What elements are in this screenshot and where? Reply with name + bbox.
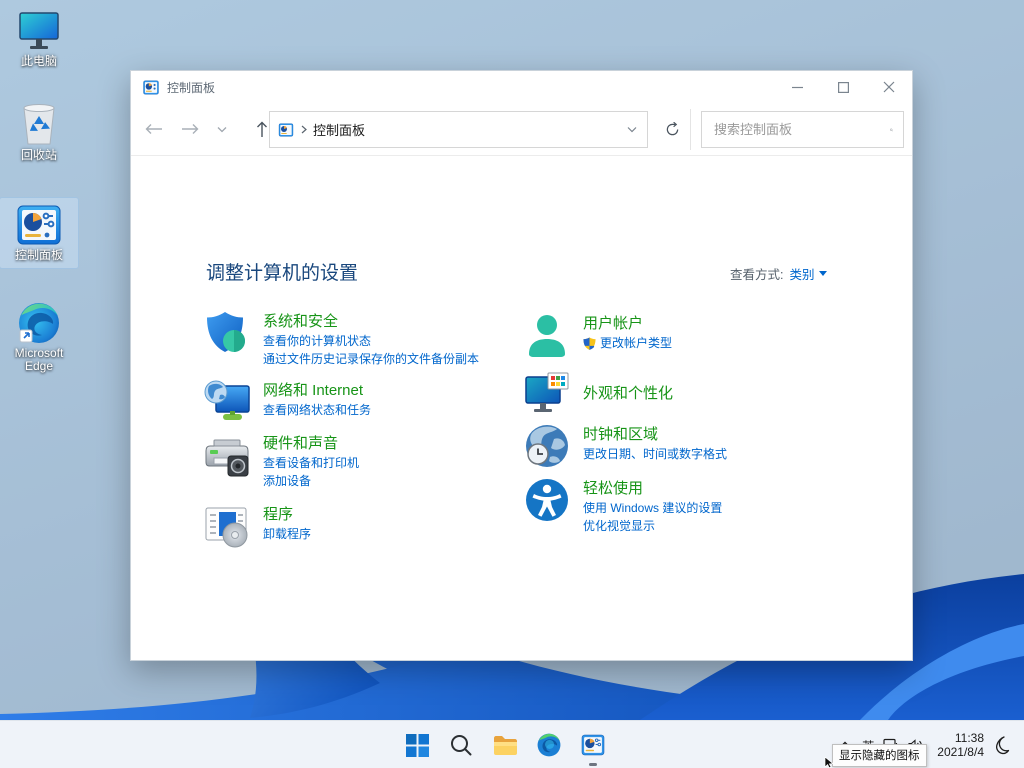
desktop-icon-label: 控制面板 [14, 248, 63, 262]
address-control-panel-icon [278, 123, 294, 136]
tooltip-show-hidden-icons: 显示隐藏的图标 [832, 744, 927, 767]
category-title[interactable]: 轻松使用 [583, 479, 722, 499]
desktop-icon-label: Microsoft Edge [14, 346, 64, 373]
navigation-bar: 控制面板 [131, 103, 912, 156]
back-button[interactable] [139, 123, 169, 135]
navbar-divider [690, 109, 691, 150]
edge-logo-icon [0, 300, 78, 344]
address-dropdown-chevron-icon[interactable] [627, 126, 637, 133]
window-control-panel-icon [143, 80, 159, 94]
ease-of-access-icon [526, 479, 568, 521]
taskbar-search-button[interactable] [448, 732, 474, 758]
page-title: 调整计算机的设置 [206, 263, 359, 284]
taskbar-file-explorer-button[interactable] [492, 732, 518, 758]
uac-shield-icon [583, 337, 596, 350]
control-panel-content: 调整计算机的设置 查看方式: 类别 系统和安全 查看你的计算机状态 通过文件历史… [131, 156, 912, 661]
address-bar[interactable]: 控制面板 [269, 111, 648, 148]
category-link[interactable]: 卸载程序 [263, 526, 311, 543]
category-title[interactable]: 系统和安全 [263, 312, 479, 332]
focus-assist-moon-icon[interactable] [994, 735, 1012, 755]
close-button[interactable] [866, 71, 912, 103]
maximize-button[interactable] [820, 71, 866, 103]
breadcrumb-chevron-icon [301, 125, 307, 134]
desktop-icon-this-pc[interactable]: 此电脑 [0, 8, 78, 68]
taskbar-edge-button[interactable] [536, 732, 562, 758]
taskbar-control-panel-button[interactable] [580, 732, 606, 766]
desktop-icon-label: 此电脑 [20, 54, 57, 68]
category-user-accounts: 用户帐户 更改帐户类型 [524, 312, 834, 358]
category-appearance-personalization: 外观和个性化 [524, 371, 834, 417]
network-globe-monitor-icon [204, 380, 250, 420]
mouse-cursor [824, 757, 834, 768]
category-link[interactable]: 使用 Windows 建议的设置 [583, 500, 722, 517]
category-ease-of-access: 轻松使用 使用 Windows 建议的设置 优化视觉显示 [524, 477, 834, 535]
category-programs: 程序 卸载程序 [204, 503, 514, 549]
clock-region-globe-icon [526, 425, 568, 467]
view-by-caret-icon [818, 271, 827, 276]
start-button[interactable] [404, 732, 430, 758]
desktop-icon-label: 回收站 [20, 148, 57, 162]
category-title[interactable]: 外观和个性化 [583, 384, 673, 404]
this-pc-monitor-icon [0, 8, 78, 52]
category-clock-region: 时钟和区域 更改日期、时间或数字格式 [524, 423, 834, 469]
category-network-internet: 网络和 Internet 查看网络状态和任务 [204, 379, 514, 425]
category-title[interactable]: 时钟和区域 [583, 425, 727, 445]
view-by-control: 查看方式: 类别 [730, 264, 827, 283]
user-account-icon [529, 315, 565, 357]
forward-button[interactable] [175, 123, 205, 135]
category-link[interactable]: 查看设备和打印机 [263, 455, 359, 472]
desktop-icon-recycle-bin[interactable]: 回收站 [0, 102, 78, 162]
category-title[interactable]: 用户帐户 [583, 314, 672, 334]
desktop-icon-edge[interactable]: Microsoft Edge [0, 300, 78, 373]
category-link[interactable]: 优化视觉显示 [583, 518, 722, 535]
window-title: 控制面板 [167, 80, 216, 95]
category-title[interactable]: 网络和 Internet [263, 381, 371, 401]
security-shield-icon [207, 312, 245, 352]
category-link[interactable]: 更改日期、时间或数字格式 [583, 446, 727, 463]
minimize-button[interactable] [774, 71, 820, 103]
recent-pages-chevron-icon[interactable] [207, 126, 237, 133]
category-link[interactable]: 添加设备 [263, 473, 359, 490]
category-title[interactable]: 硬件和声音 [263, 434, 359, 454]
recycle-bin-icon [0, 102, 78, 146]
taskbar-clock[interactable]: 11:38 2021/8/4 [937, 731, 984, 759]
search-input[interactable] [714, 122, 890, 137]
category-title[interactable]: 程序 [263, 505, 311, 525]
category-link[interactable]: 查看网络状态和任务 [263, 402, 371, 419]
view-by-label: 查看方式: [730, 268, 784, 282]
active-app-indicator [589, 763, 597, 766]
category-link[interactable]: 更改帐户类型 [583, 335, 672, 352]
breadcrumb[interactable]: 控制面板 [313, 120, 365, 139]
control-panel-window: 控制面板 控制面板 搜索控制面板 调整计算机的设置 查看方式: 类别 系统和安全… [130, 70, 913, 661]
category-link[interactable]: 通过文件历史记录保存你的文件备份副本 [263, 351, 479, 368]
clock-date: 2021/8/4 [937, 745, 984, 759]
clock-time: 11:38 [954, 731, 984, 745]
category-system-security: 系统和安全 查看你的计算机状态 通过文件历史记录保存你的文件备份副本 [204, 310, 514, 368]
category-link[interactable]: 查看你的计算机状态 [263, 333, 479, 350]
desktop-icon-control-panel[interactable]: 控制面板 [0, 197, 79, 269]
search-icon[interactable] [890, 123, 893, 137]
control-panel-icon [0, 202, 78, 246]
titlebar[interactable]: 控制面板 [131, 71, 912, 103]
programs-disc-icon [205, 507, 248, 548]
view-by-dropdown[interactable]: 类别 [789, 264, 827, 283]
personalization-monitor-icon [525, 372, 569, 412]
category-hardware-sound: 硬件和声音 查看设备和打印机 添加设备 [204, 432, 514, 490]
printer-speaker-icon [205, 439, 249, 477]
refresh-button[interactable] [655, 111, 689, 148]
search-box[interactable] [701, 111, 904, 148]
